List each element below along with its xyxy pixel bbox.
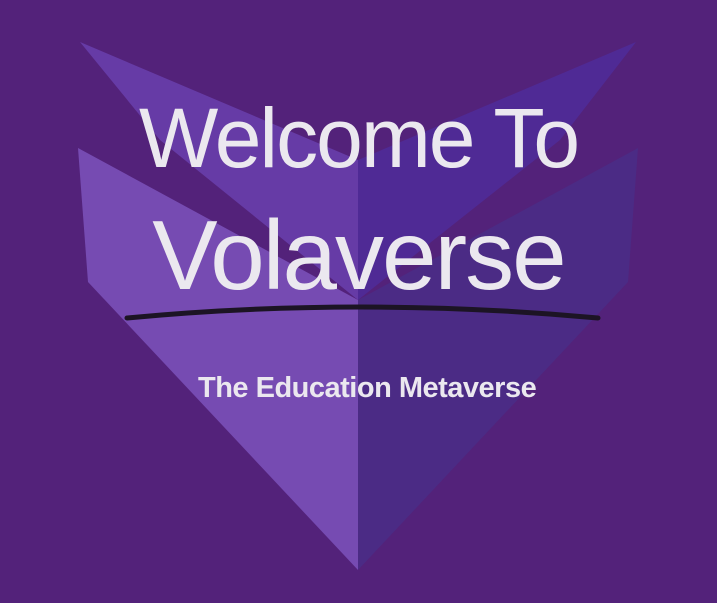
hero-title-line1: Welcome To: [138, 91, 580, 185]
hero-tagline: The Education Metaverse: [198, 372, 537, 404]
hero-title-line2: Volaverse: [152, 200, 566, 310]
hero-section: Welcome To Volaverse The Education Metav…: [0, 0, 717, 603]
